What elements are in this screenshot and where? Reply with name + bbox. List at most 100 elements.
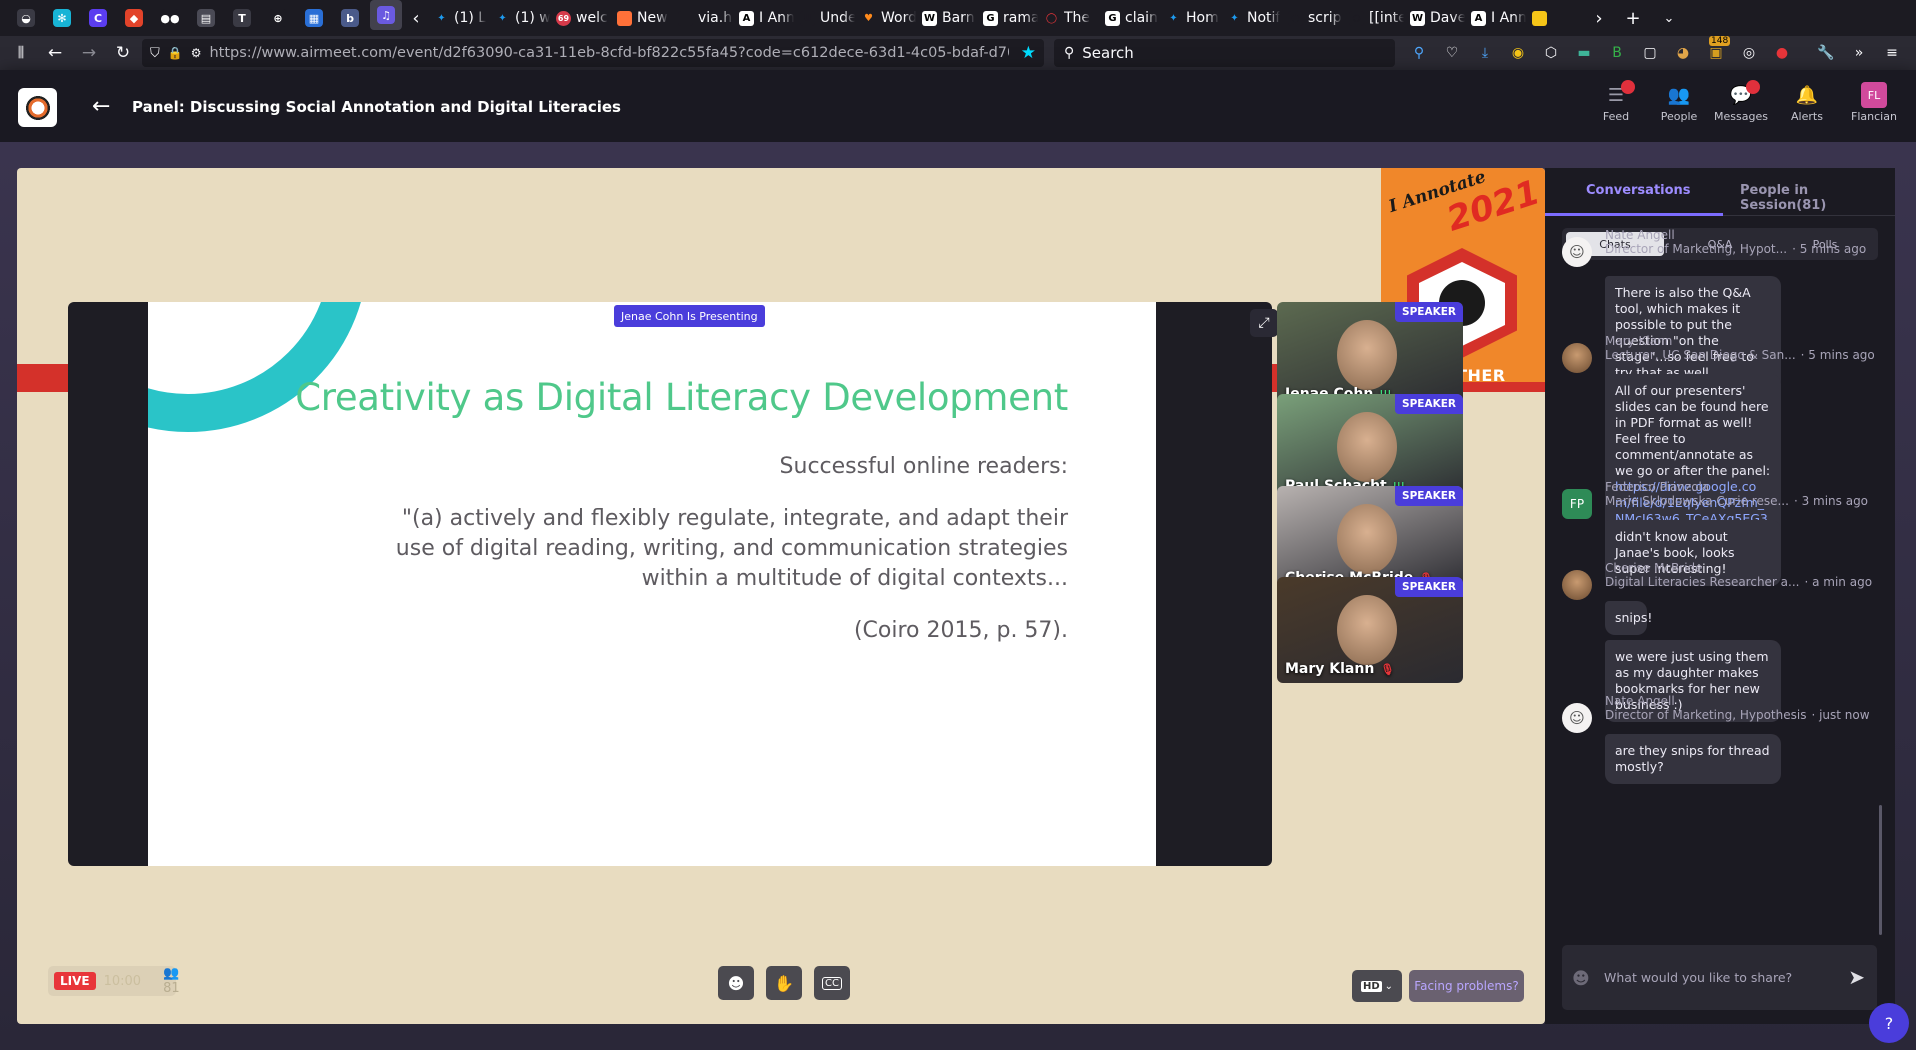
lock-icon[interactable]: 🔒 [168, 46, 183, 60]
fullscreen-button[interactable]: ⤢ [1250, 309, 1278, 337]
message-author[interactable]: Nate Angell [1605, 228, 1675, 242]
pinned-tab[interactable]: ♫ [370, 0, 402, 30]
browser-tab[interactable]: ◯ The [1038, 0, 1099, 36]
extension-b-icon[interactable]: B [1606, 42, 1628, 64]
browser-tab[interactable]: 69 welc [550, 0, 611, 36]
browser-tab[interactable]: ▬ [1526, 0, 1587, 36]
extension-bar-icon[interactable]: ▬ [1573, 42, 1595, 64]
browser-tab[interactable]: ✦ (1) w [489, 0, 550, 36]
tab-scroll-right-icon[interactable]: › [1587, 0, 1611, 36]
browser-tab[interactable]: ✦ Hom [1160, 0, 1221, 36]
browser-tab[interactable]: A I Ann [1465, 0, 1526, 36]
wrench-icon[interactable]: 🔧 [1815, 42, 1837, 64]
browser-tab[interactable]: U Unde [794, 0, 855, 36]
browser-tab[interactable]: Gclain [1099, 0, 1160, 36]
downloads-icon[interactable]: ⤓ [1474, 42, 1496, 64]
sidebar-toggle-icon[interactable]: ⫼ [4, 39, 38, 67]
raise-hand-button[interactable]: ✋ [766, 966, 802, 1000]
bookmark-star-icon[interactable]: ★ [1021, 43, 1036, 63]
hypothesis-extension-icon[interactable]: ▣ 148 [1705, 36, 1731, 64]
pinned-tab[interactable]: b [332, 0, 368, 36]
header-nav-alerts[interactable]: 🔔 Alerts [1777, 84, 1837, 134]
help-button[interactable]: ? [1869, 1003, 1909, 1043]
pinned-tab[interactable]: ⊕ [260, 0, 296, 36]
url-bar[interactable]: ⛉ 🔒 ⚙ https://www.airmeet.com/event/d2f6… [142, 39, 1044, 67]
header-nav-people[interactable]: 👥 People [1649, 84, 1709, 134]
hypothesis-avatar[interactable]: ☺ [1562, 703, 1592, 733]
reaction-button[interactable]: ☻ [718, 966, 754, 1000]
browser-tab[interactable]: ◉ [[inte [1343, 0, 1404, 36]
pinned-tab[interactable]: ✻ [44, 0, 80, 36]
browser-tab[interactable]: ◌ scrip [1282, 0, 1343, 36]
pinned-tab[interactable]: ●● [152, 0, 188, 36]
speaker-tile[interactable]: SPEAKERPaul Schacht||| [1277, 394, 1463, 500]
message-author[interactable]: Mary Klann [1605, 334, 1672, 348]
browser-tab[interactable]: W Dave [1404, 0, 1465, 36]
pinned-tab[interactable]: ◆ [116, 0, 152, 36]
event-logo[interactable] [18, 88, 57, 127]
tab-list-icon[interactable]: ⌄ [1657, 0, 1681, 36]
tab-conversations[interactable]: Conversations [1586, 183, 1691, 198]
tab-people-in-session[interactable]: People in Session(81) [1740, 183, 1895, 213]
url-text[interactable]: https://www.airmeet.com/event/d2f63090-c… [209, 45, 1009, 61]
browser-tab[interactable]: A I Ann [733, 0, 794, 36]
cookie-icon[interactable]: ◕ [1672, 42, 1694, 64]
screenshot-icon[interactable]: ▢ [1639, 42, 1661, 64]
presenting-badge: Jenae Cohn Is Presenting [614, 305, 765, 327]
initials-avatar[interactable]: FP [1562, 489, 1592, 519]
new-tab-icon[interactable]: + [1621, 0, 1645, 36]
forward-icon[interactable]: → [72, 39, 106, 67]
browser-tab[interactable]: W Barn [916, 0, 977, 36]
captions-button[interactable]: CC [814, 966, 850, 1000]
shield-icon[interactable]: ⛉ [150, 46, 160, 61]
send-icon[interactable]: ➤ [1848, 965, 1865, 989]
menu-icon[interactable]: ≡ [1881, 42, 1903, 64]
attendee-count: 👥 81 [163, 966, 180, 996]
pinned-tab[interactable]: C [80, 0, 116, 36]
message-timestamp: · 5 mins ago [1800, 348, 1875, 362]
browser-tab[interactable]: via.hyp [672, 0, 733, 36]
pocket-icon[interactable]: ♡ [1441, 42, 1463, 64]
quality-selector[interactable]: HD ⌄ [1352, 970, 1402, 1002]
permissions-icon[interactable]: ⚙ [191, 46, 202, 60]
speaker-tile[interactable]: SPEAKER Mary Klann 🎙 [1277, 577, 1463, 683]
chat-input[interactable]: What would you like to share? [1604, 970, 1792, 985]
container-icon[interactable]: ⬡ [1540, 42, 1562, 64]
chat-scrollbar[interactable] [1879, 805, 1882, 935]
photo-avatar[interactable] [1562, 570, 1592, 600]
message-author[interactable]: Cherise McBride [1605, 561, 1703, 575]
browser-tab[interactable]: ✦ (1) L [428, 0, 489, 36]
header-nav-flancian[interactable]: FL Flancian [1844, 82, 1904, 134]
photo-avatar[interactable] [1562, 343, 1592, 373]
browser-tab[interactable]: ✦ Notif [1221, 0, 1282, 36]
header-nav-messages[interactable]: 💬 Messages [1711, 80, 1771, 134]
browser-tab[interactable]: Grama [977, 0, 1038, 36]
speaker-tile[interactable]: SPEAKERJenae Cohn||| [1277, 302, 1463, 408]
pinned-tab[interactable]: ▦ [296, 0, 332, 36]
pinned-tab[interactable]: ◒ [8, 0, 44, 36]
hypothesis-avatar[interactable]: ☺ [1562, 237, 1592, 267]
chat-composer[interactable]: ☻ What would you like to share? ➤ [1562, 945, 1877, 1010]
browser-tab[interactable]: ♥ Word [855, 0, 916, 36]
heart-icon: ♥ [864, 12, 873, 24]
pinned-tab[interactable]: T [224, 0, 260, 36]
eye-icon[interactable]: ◎ [1738, 42, 1760, 64]
zoom-search-icon[interactable]: ⚲ [1408, 42, 1430, 64]
header-nav-feed[interactable]: ☰ Feed [1586, 80, 1646, 134]
message-author[interactable]: Nate Angell [1605, 694, 1675, 708]
speaker-name-row: Mary Klann 🎙 [1285, 661, 1394, 677]
pinned-tab[interactable]: ▤ [188, 0, 224, 36]
browser-tab[interactable]: ● New [611, 0, 672, 36]
emoji-icon[interactable]: ☻ [1572, 969, 1590, 989]
tab-scroll-left-icon[interactable]: ‹ [404, 0, 428, 36]
loading-icon: ◌ [1288, 10, 1303, 26]
message-author[interactable]: Federico Pianzola [1605, 480, 1709, 494]
reload-icon[interactable]: ↻ [106, 39, 140, 67]
facing-problems-button[interactable]: Facing problems? [1409, 970, 1524, 1002]
back-arrow-icon[interactable]: ← [92, 94, 110, 119]
search-field[interactable]: ⚲ Search [1054, 39, 1395, 67]
back-icon[interactable]: ← [38, 39, 72, 67]
overflow-chevron-icon[interactable]: » [1848, 42, 1870, 64]
record-icon[interactable]: ● [1771, 42, 1793, 64]
extension-icon[interactable]: ◉ [1507, 42, 1529, 64]
